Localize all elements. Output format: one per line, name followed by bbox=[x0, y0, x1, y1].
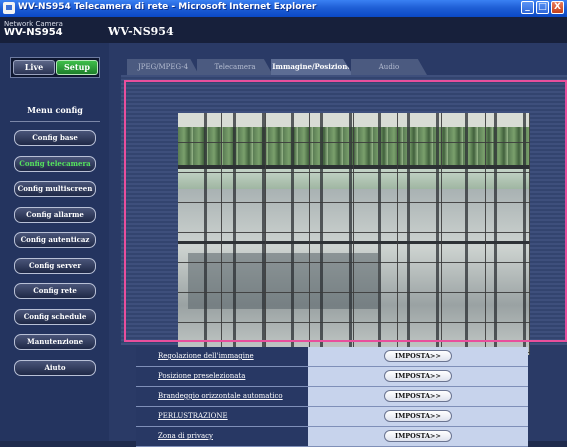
menu-item-config-telecamera[interactable]: Config telecamera bbox=[14, 155, 96, 172]
imposta-button[interactable]: IMPOSTA>> bbox=[384, 390, 452, 402]
setting-action-cell: IMPOSTA>> bbox=[308, 367, 528, 386]
setting-label[interactable]: Brandeggio orizzontale automatico bbox=[136, 387, 308, 406]
menu-item-config-autenticaz[interactable]: Config autenticaz bbox=[14, 232, 96, 248]
mode-switch: Live Setup bbox=[10, 57, 100, 78]
left-panel: Live Setup Menu config Config base Confi… bbox=[0, 43, 109, 441]
menu-divider bbox=[10, 121, 100, 122]
tab-jpeg-mpeg4[interactable]: JPEG/MPEG-4 bbox=[127, 59, 199, 75]
window-title: WV-NS954 Telecamera di rete - Microsoft … bbox=[18, 2, 317, 12]
menu-item-aiuto[interactable]: Aiuto bbox=[14, 359, 96, 376]
menu-item-manutenzione[interactable]: Manutenzione bbox=[14, 334, 96, 350]
table-row: Regolazione dell'immagine IMPOSTA>> bbox=[136, 347, 528, 367]
setting-label[interactable]: Posizione preselezionata bbox=[136, 367, 308, 386]
maximize-icon[interactable]: □ bbox=[536, 1, 549, 14]
tab-immagine-posizione[interactable]: Immagine/Posizione bbox=[271, 59, 353, 75]
imposta-button[interactable]: IMPOSTA>> bbox=[384, 430, 452, 442]
tab-telecamera[interactable]: Telecamera bbox=[197, 59, 273, 75]
table-row: Zona di privacy IMPOSTA>> bbox=[136, 427, 528, 447]
selection-frame bbox=[124, 80, 567, 342]
settings-table: Regolazione dell'immagine IMPOSTA>> Posi… bbox=[136, 347, 528, 447]
tab-audio[interactable]: Audio bbox=[351, 59, 427, 75]
table-row: PERLUSTRAZIONE IMPOSTA>> bbox=[136, 407, 528, 427]
imposta-button[interactable]: IMPOSTA>> bbox=[384, 350, 452, 362]
menu-item-config-base[interactable]: Config base bbox=[14, 130, 96, 146]
setting-action-cell: IMPOSTA>> bbox=[308, 347, 528, 366]
setting-action-cell: IMPOSTA>> bbox=[308, 407, 528, 426]
setting-label[interactable]: Zona di privacy bbox=[136, 427, 308, 446]
setting-action-cell: IMPOSTA>> bbox=[308, 387, 528, 406]
menu-item-config-server[interactable]: Config server bbox=[14, 257, 96, 274]
table-row: Posizione preselezionata IMPOSTA>> bbox=[136, 367, 528, 387]
menu-title: Menu config bbox=[27, 105, 83, 115]
setting-label[interactable]: PERLUSTRAZIONE bbox=[136, 407, 308, 426]
close-icon[interactable]: X bbox=[551, 1, 564, 14]
setup-button[interactable]: Setup bbox=[56, 60, 98, 75]
brand-model: WV-NS954 bbox=[4, 27, 63, 38]
live-button[interactable]: Live bbox=[13, 60, 55, 75]
window-controls: _ □ X bbox=[521, 1, 564, 14]
menu-item-config-rete[interactable]: Config rete bbox=[14, 283, 96, 299]
page-title: WV-NS954 bbox=[108, 25, 174, 38]
main-area: JPEG/MPEG-4 Telecamera Immagine/Posizion… bbox=[109, 43, 567, 447]
imposta-button[interactable]: IMPOSTA>> bbox=[384, 410, 452, 422]
window-titlebar[interactable]: WV-NS954 Telecamera di rete - Microsoft … bbox=[0, 0, 567, 17]
setup-menu: Config base Config telecamera Config mul… bbox=[14, 130, 96, 385]
camera-header: Network Camera WV-NS954 WV-NS954 bbox=[0, 17, 567, 43]
imposta-button[interactable]: IMPOSTA>> bbox=[384, 370, 452, 382]
menu-item-config-allarme[interactable]: Config allarme bbox=[14, 206, 96, 223]
ie-app-icon bbox=[3, 2, 15, 14]
menu-item-config-multiscreen[interactable]: Config multiscreen bbox=[14, 181, 96, 197]
menu-item-config-schedule[interactable]: Config schedule bbox=[14, 308, 96, 325]
table-row: Brandeggio orizzontale automatico IMPOST… bbox=[136, 387, 528, 407]
minimize-icon[interactable]: _ bbox=[521, 1, 534, 14]
setting-label[interactable]: Regolazione dell'immagine bbox=[136, 347, 308, 366]
setting-action-cell: IMPOSTA>> bbox=[308, 427, 528, 446]
